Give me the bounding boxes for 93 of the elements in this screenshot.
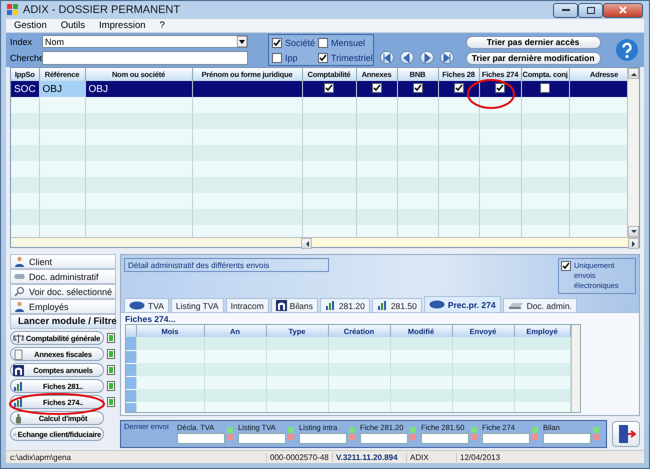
- date-field[interactable]: [482, 433, 530, 444]
- search-field[interactable]: [42, 51, 248, 65]
- date-field[interactable]: [238, 433, 286, 444]
- caret-icon: [632, 240, 636, 246]
- checkbox[interactable]: [318, 38, 328, 48]
- checkbox[interactable]: [495, 83, 505, 93]
- table-cell: OBJ: [42, 84, 62, 94]
- index-dropdown[interactable]: Nom: [42, 35, 248, 48]
- sort-button[interactable]: Trier pas dernier accès: [466, 36, 601, 48]
- help-icon[interactable]: [614, 38, 639, 62]
- checkbox[interactable]: [324, 83, 334, 93]
- tab[interactable]: Bilans: [270, 298, 318, 312]
- menu-item[interactable]: Gestion: [14, 20, 47, 31]
- oval-logo-icon: [428, 300, 445, 309]
- menu-item[interactable]: ?: [160, 20, 165, 31]
- caret-icon: [630, 72, 636, 76]
- checkbox-label: Mensuel: [331, 38, 366, 48]
- status-text: c:\adix\apm\gena: [9, 452, 72, 462]
- table-cell: OBJ: [88, 84, 108, 94]
- tab[interactable]: 281.50: [372, 298, 422, 312]
- maximize-button[interactable]: [578, 2, 603, 18]
- nav-item[interactable]: Voir doc. sélectionné: [10, 284, 116, 299]
- table-title: Fiches 274...: [125, 314, 177, 324]
- clipboard-icon: [13, 348, 24, 360]
- sort-button[interactable]: Trier par dernière modification: [466, 52, 601, 64]
- scroll-down-button[interactable]: [628, 226, 639, 237]
- dropdown-arrow-icon: [237, 36, 247, 47]
- close-button[interactable]: [603, 2, 643, 18]
- scroll-up-button[interactable]: [628, 68, 639, 79]
- menu-item[interactable]: Outils: [60, 20, 86, 31]
- skip-button[interactable]: [440, 51, 454, 64]
- nav-item[interactable]: Employés: [10, 299, 116, 314]
- checkbox-label: Ipp: [285, 52, 298, 62]
- date-field[interactable]: [299, 433, 347, 444]
- document-icon: [14, 271, 25, 282]
- step-button[interactable]: [400, 51, 414, 64]
- scroll-left-button[interactable]: [301, 238, 312, 249]
- window-title: ADIX - DOSSIER PERMANENT: [23, 4, 180, 16]
- caret-icon: [304, 240, 308, 246]
- date-field[interactable]: [421, 433, 469, 444]
- checkbox-label: Trimestriel: [331, 52, 373, 62]
- checkbox[interactable]: [454, 83, 464, 93]
- highlight-ellipse: [467, 79, 515, 109]
- maximize-icon: [586, 6, 594, 14]
- chart-icon: [13, 380, 24, 392]
- exit-button[interactable]: [612, 420, 640, 446]
- close-icon: [619, 6, 627, 14]
- search-icon: [14, 286, 25, 297]
- scanner-icon: [508, 301, 524, 310]
- tab[interactable]: Doc. admin.: [502, 298, 577, 312]
- person-icon: [14, 256, 25, 267]
- checkbox-label: Société: [285, 38, 316, 48]
- nav-item[interactable]: Client: [10, 254, 116, 269]
- nav-item[interactable]: Lancer module / Filtre: [10, 314, 116, 329]
- checkbox[interactable]: [318, 52, 328, 62]
- chart-icon: [324, 300, 336, 311]
- status-text: V.3211.11.20.894: [332, 452, 406, 462]
- step-button[interactable]: [420, 51, 434, 64]
- scale-icon: [13, 332, 24, 344]
- tab[interactable]: Intracom: [226, 298, 269, 312]
- tab[interactable]: Prec.pr. 274: [424, 296, 501, 312]
- section-caption: Détail administratif des différents envois: [124, 258, 329, 272]
- date-field[interactable]: [177, 433, 225, 444]
- checkbox[interactable]: [540, 82, 550, 92]
- tab[interactable]: 281.20: [320, 298, 370, 312]
- arch-icon: [13, 364, 24, 376]
- caret-icon: [630, 230, 636, 234]
- chart-icon: [376, 300, 388, 311]
- minimize-button[interactable]: [553, 2, 578, 18]
- person-icon: [14, 301, 25, 312]
- checkbox[interactable]: [372, 83, 382, 93]
- status-text: 000-0002570-48: [266, 452, 332, 462]
- bottle-icon: [13, 412, 24, 424]
- tab[interactable]: TVA: [124, 298, 169, 312]
- checkbox[interactable]: [272, 38, 282, 48]
- table-cell: SOC: [14, 84, 36, 94]
- checkbox[interactable]: [272, 52, 282, 62]
- nav-item[interactable]: Doc. administratif: [10, 269, 116, 284]
- oval-logo-icon: [129, 301, 145, 310]
- chart-icon: [13, 396, 24, 408]
- index-label: Index: [10, 36, 34, 46]
- scroll-right-button[interactable]: [628, 238, 639, 249]
- status-text: ADIX: [406, 452, 456, 462]
- menu-item[interactable]: Impression: [99, 20, 146, 31]
- minimize-icon: [562, 8, 570, 12]
- status-text: 12/04/2013: [456, 452, 516, 462]
- checkbox[interactable]: [412, 83, 422, 93]
- tab[interactable]: Listing TVA: [170, 298, 224, 312]
- skip-button[interactable]: [380, 51, 394, 64]
- date-field[interactable]: [360, 433, 408, 444]
- app-icon: [7, 4, 19, 16]
- date-field[interactable]: [543, 433, 591, 444]
- checkbox[interactable]: [561, 261, 571, 271]
